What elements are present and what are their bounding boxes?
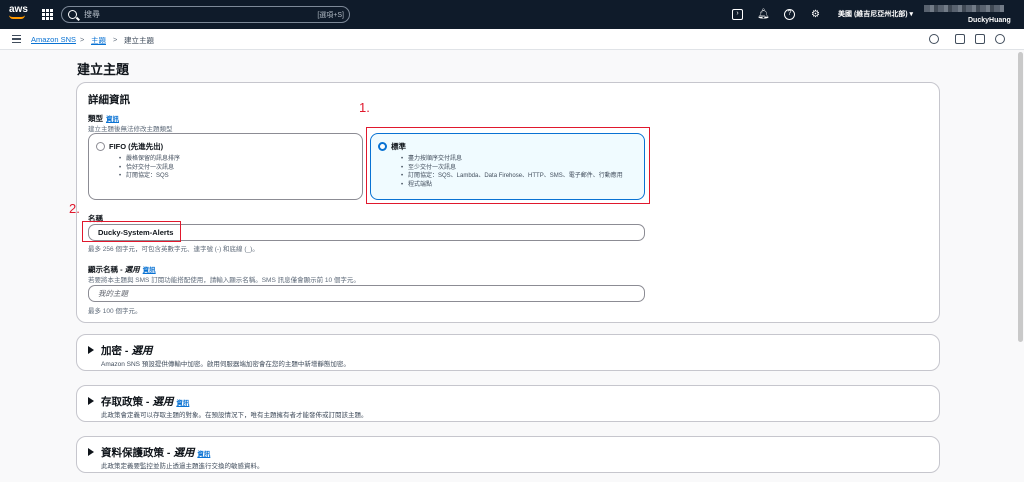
aws-logo-text: aws bbox=[9, 4, 28, 15]
aws-logo[interactable]: aws bbox=[9, 5, 29, 23]
search-shortcut: [選項+S] bbox=[317, 12, 344, 19]
settings-icon[interactable] bbox=[995, 34, 1005, 44]
breadcrumb-separator: > bbox=[113, 35, 118, 44]
services-grid-icon[interactable] bbox=[42, 9, 53, 20]
section-info-link[interactable]: 資訊 bbox=[176, 400, 189, 407]
display-name-description: 若要將本主題與 SMS 訂閱功能搭配使用，請輸入顯示名稱。SMS 訊息僅會顯示前… bbox=[88, 277, 360, 284]
annotation-box-name bbox=[82, 221, 181, 242]
list-item: 嚴格保留的訊息排序 bbox=[119, 155, 180, 164]
data-protection-section[interactable]: 資料保護政策 - 選用 資訊 此政策定義要監控並防止透過主題進行交換的敏感資料。 bbox=[76, 436, 940, 473]
section-description: Amazon SNS 預設提供傳輸中加密。啟用伺服器端加密會在您的主題中新增靜態… bbox=[101, 361, 350, 368]
gear-icon[interactable]: ⚙ bbox=[810, 9, 821, 20]
expand-caret-icon[interactable] bbox=[88, 397, 94, 405]
section-title: 資料保護政策 - 選用 資訊 bbox=[101, 447, 211, 459]
name-hint: 最多 256 個字元，可包含英數字元、連字號 (-) 和底線 (_)。 bbox=[88, 246, 259, 253]
fifo-type-tile[interactable]: FIFO (先進先出) 嚴格保留的訊息排序 恰好交付一次訊息 訂閱協定：SQS bbox=[88, 133, 363, 200]
fifo-radio[interactable] bbox=[96, 142, 105, 151]
account-menu[interactable]: DuckyHuang bbox=[968, 17, 1011, 24]
menu-icon[interactable] bbox=[12, 35, 21, 43]
search-box[interactable]: [選項+S] bbox=[61, 6, 350, 23]
breadcrumb-amazon-sns[interactable]: Amazon SNS bbox=[31, 35, 76, 44]
page-title: 建立主題 bbox=[77, 62, 130, 77]
search-input[interactable] bbox=[84, 8, 284, 21]
annotation-number-2: 2. bbox=[69, 201, 80, 216]
encryption-section[interactable]: 加密 - 選用 Amazon SNS 預設提供傳輸中加密。啟用伺服器端加密會在您… bbox=[76, 334, 940, 371]
annotation-number-1: 1. bbox=[359, 100, 370, 115]
aws-smile-icon bbox=[9, 15, 25, 19]
top-navigation-bar: aws [選項+S] › 🔔︎ ? ⚙ 美國 (維吉尼亞州北部) ▾ Ducky… bbox=[0, 0, 1024, 29]
access-policy-section[interactable]: 存取政策 - 選用 資訊 此政策會定義可以存取主題的對象。在預設情況下，唯有主題擁… bbox=[76, 385, 940, 422]
info-icon[interactable] bbox=[929, 34, 939, 44]
details-title: 詳細資訊 bbox=[88, 94, 130, 106]
expand-caret-icon[interactable] bbox=[88, 346, 94, 354]
account-id-blurred bbox=[924, 5, 1004, 12]
display-name-input[interactable]: 我的主題 bbox=[88, 285, 645, 302]
breadcrumb-separator: > bbox=[80, 35, 85, 44]
display-name-hint: 最多 100 個字元。 bbox=[88, 308, 142, 315]
breadcrumb-topics[interactable]: 主題 bbox=[91, 35, 106, 46]
display-name-info-link[interactable]: 資訊 bbox=[143, 267, 156, 274]
breadcrumb-bar: Amazon SNS > 主題 > 建立主題 bbox=[0, 29, 1024, 50]
panel-icon[interactable] bbox=[975, 34, 985, 44]
section-description: 此政策定義要監控並防止透過主題進行交換的敏感資料。 bbox=[101, 463, 264, 470]
region-selector[interactable]: 美國 (維吉尼亞州北部) ▾ bbox=[838, 9, 913, 19]
search-icon bbox=[68, 10, 77, 19]
type-description: 建立主題後無法修改主題類型 bbox=[88, 126, 173, 133]
section-title: 加密 - 選用 bbox=[101, 345, 153, 357]
annotation-box-standard bbox=[366, 127, 650, 204]
expand-caret-icon[interactable] bbox=[88, 448, 94, 456]
list-item: 訂閱協定：SQS bbox=[119, 172, 180, 181]
section-description: 此政策會定義可以存取主題的對象。在預設情況下，唯有主題擁有者才能發佈或訂閱該主題… bbox=[101, 412, 368, 419]
feedback-icon[interactable] bbox=[955, 34, 965, 44]
page-scrollbar[interactable] bbox=[1018, 52, 1023, 342]
section-info-link[interactable]: 資訊 bbox=[197, 451, 210, 458]
list-item: 恰好交付一次訊息 bbox=[119, 164, 180, 173]
type-info-link[interactable]: 資訊 bbox=[106, 116, 119, 123]
bell-icon[interactable]: 🔔︎ bbox=[757, 9, 770, 20]
help-icon[interactable]: ? bbox=[784, 9, 795, 20]
cloudshell-icon[interactable]: › bbox=[732, 9, 743, 20]
breadcrumb-current: 建立主題 bbox=[124, 36, 154, 45]
section-title: 存取政策 - 選用 資訊 bbox=[101, 396, 190, 408]
fifo-title: FIFO (先進先出) bbox=[109, 142, 164, 151]
fifo-bullets: 嚴格保留的訊息排序 恰好交付一次訊息 訂閱協定：SQS bbox=[119, 155, 180, 181]
